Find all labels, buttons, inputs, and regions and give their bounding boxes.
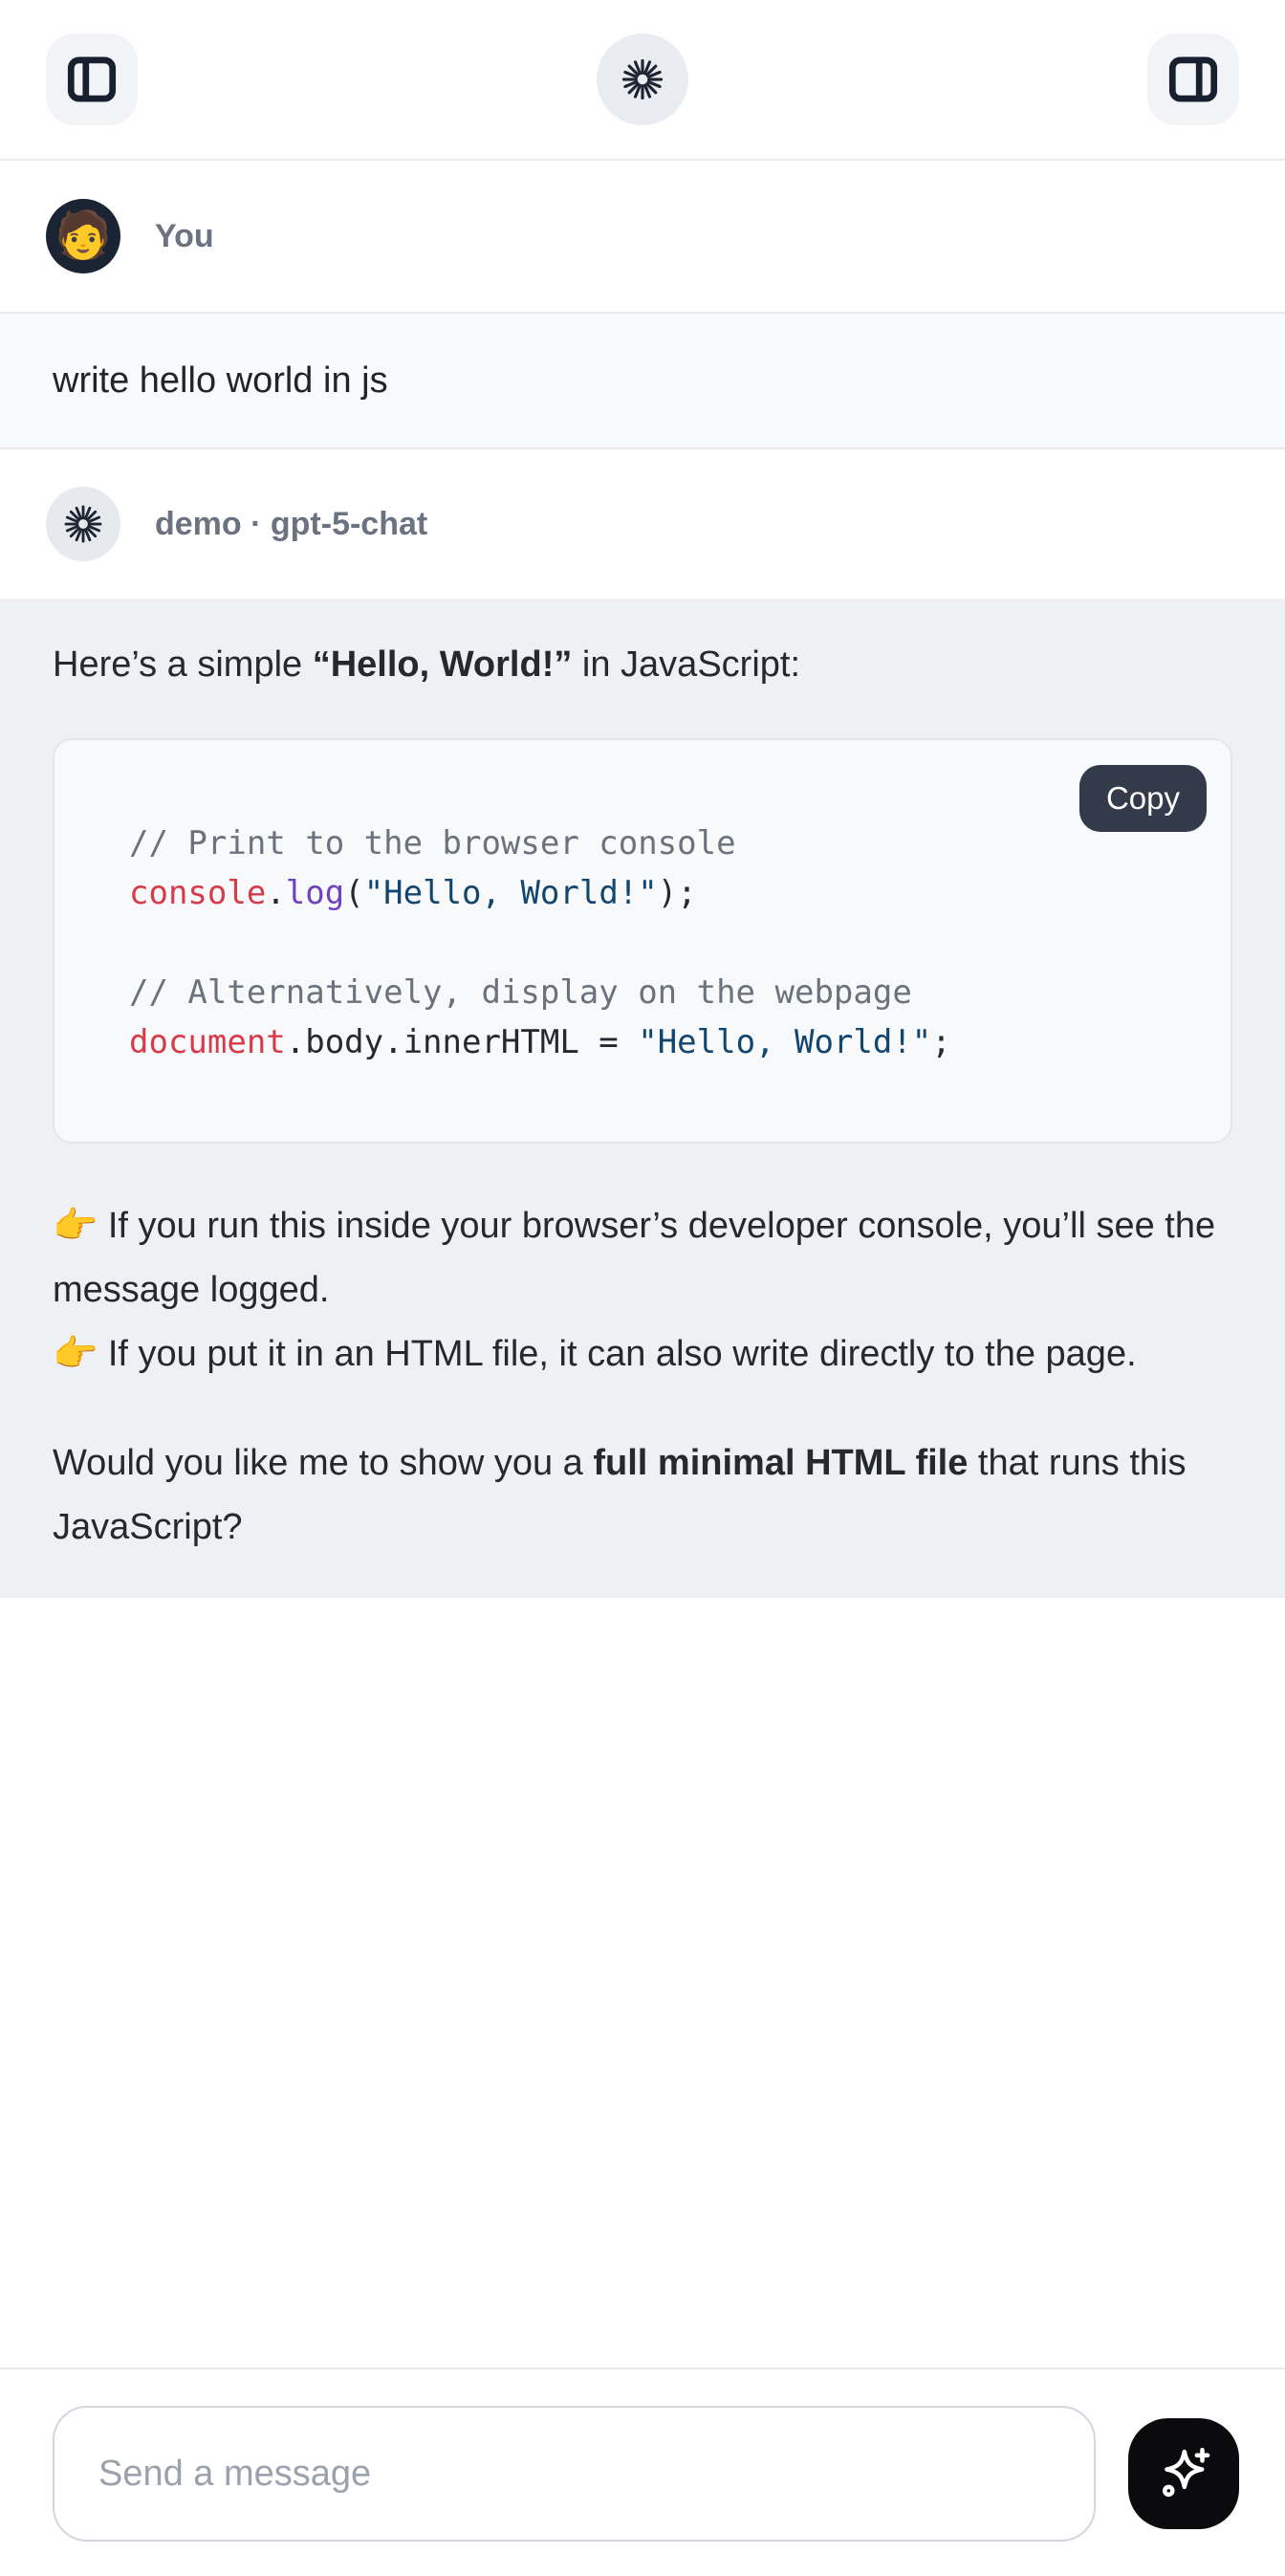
logo-button[interactable]: [597, 33, 688, 125]
assistant-pointer-paragraph: 👉 If you run this inside your browser’s …: [53, 1194, 1232, 1386]
assistant-turn-header: demo · gpt-5-chat: [0, 449, 1285, 599]
right-panel-toggle-button[interactable]: [1147, 33, 1239, 125]
user-message-text: write hello world in js: [53, 360, 388, 401]
assistant-message: Here’s a simple “Hello, World!” in JavaS…: [0, 599, 1285, 1598]
conversation-empty-space: [0, 1598, 1285, 2368]
user-avatar-emoji: 🧑: [54, 213, 112, 259]
user-avatar: 🧑: [46, 199, 120, 273]
assistant-intro-paragraph: Here’s a simple “Hello, World!” in JavaS…: [53, 633, 1232, 696]
top-bar: [0, 0, 1285, 161]
panel-left-icon: [62, 50, 121, 109]
user-message: write hello world in js: [0, 312, 1285, 449]
conversation: 🧑 You write hello world in js: [0, 161, 1285, 2368]
code-block: Copy // Print to the browser consolecons…: [53, 738, 1232, 1144]
sparkles-icon: [1153, 2443, 1214, 2504]
composer-bar: [0, 2368, 1285, 2576]
code-content: // Print to the browser consoleconsole.l…: [129, 819, 1192, 1067]
send-button[interactable]: [1128, 2418, 1239, 2529]
assistant-turn-label: demo · gpt-5-chat: [155, 506, 427, 543]
user-turn-header: 🧑 You: [0, 161, 1285, 312]
message-input[interactable]: [53, 2406, 1096, 2542]
sidebar-toggle-button[interactable]: [46, 33, 138, 125]
panel-right-icon: [1164, 50, 1223, 109]
assistant-avatar: [46, 487, 120, 561]
starburst-icon: [61, 502, 105, 546]
assistant-closing-paragraph: Would you like me to show you a full min…: [53, 1431, 1232, 1560]
starburst-logo-icon: [619, 55, 666, 103]
user-turn-label: You: [155, 218, 214, 255]
copy-button[interactable]: Copy: [1079, 765, 1207, 832]
